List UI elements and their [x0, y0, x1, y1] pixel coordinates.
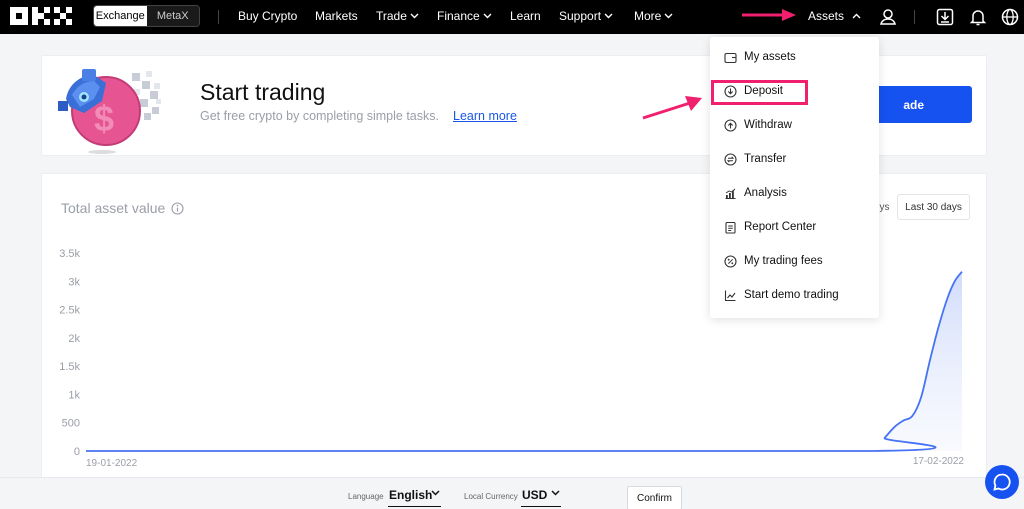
user-icon[interactable]: [878, 7, 898, 27]
menu-item-my-assets[interactable]: My assets: [710, 43, 879, 71]
bell-icon[interactable]: [968, 7, 988, 27]
menu-item-label: Start demo trading: [744, 289, 839, 301]
exchange-metax-toggle: Exchange MetaX: [93, 5, 200, 27]
banner-subtitle: Get free crypto by completing simple tas…: [200, 109, 439, 123]
language-label: Language: [348, 492, 384, 501]
y-tick-label: 1k: [68, 389, 80, 401]
menu-item-label: Withdraw: [744, 119, 792, 131]
metax-tab[interactable]: MetaX: [146, 6, 199, 26]
globe-icon[interactable]: [1000, 7, 1020, 27]
nav-label: Learn: [510, 9, 541, 23]
nav-label: Markets: [315, 9, 358, 23]
nav-divider: [218, 10, 219, 24]
download-icon[interactable]: [935, 7, 955, 27]
menu-item-label: My assets: [744, 51, 796, 63]
crypto-illustration: $: [58, 69, 161, 154]
y-tick-label: 3.5k: [59, 248, 80, 260]
nav-label: Support: [559, 9, 602, 23]
menu-item-report-center[interactable]: Report Center: [710, 213, 879, 241]
deposit-highlight-box: [711, 80, 808, 105]
menu-item-label: Analysis: [744, 187, 787, 199]
nav-buy-crypto[interactable]: Buy Crypto: [238, 9, 297, 23]
preferences-footer: Language English Local Currency USD Conf…: [0, 477, 1024, 509]
menu-item-label: Transfer: [744, 153, 787, 165]
x-tick-label-end: 17-02-2022: [913, 456, 965, 467]
nav-label: More: [634, 9, 662, 23]
nav-label: Buy Crypto: [238, 9, 298, 23]
x-tick-label-start: 19-01-2022: [86, 458, 138, 469]
exchange-tab[interactable]: Exchange: [94, 6, 147, 26]
chevron-down-icon: [410, 13, 419, 19]
nav-more[interactable]: More: [634, 9, 673, 23]
okx-logo-icon[interactable]: [10, 7, 72, 27]
language-underline: [388, 506, 441, 507]
report-icon: [725, 221, 736, 234]
top-navigation-bar: Exchange MetaX Buy Crypto Markets Trade …: [0, 0, 1024, 34]
chevron-down-icon: [483, 13, 492, 19]
nav-support[interactable]: Support: [559, 9, 613, 23]
menu-item-my-trading-fees[interactable]: My trading fees: [710, 247, 879, 275]
annotation-arrow: [742, 9, 796, 21]
wallet-icon: [724, 52, 737, 63]
chevron-up-icon: [852, 13, 861, 19]
confirm-button[interactable]: Confirm: [627, 486, 682, 509]
nav-label: Finance: [437, 9, 480, 23]
banner-title: Start trading: [200, 79, 326, 105]
y-tick-label: 500: [62, 418, 80, 430]
chevron-down-icon: [551, 490, 560, 496]
menu-item-start-demo-trading[interactable]: Start demo trading: [710, 281, 879, 309]
nav-finance[interactable]: Finance: [437, 9, 492, 23]
y-tick-label: 2k: [68, 333, 80, 345]
chevron-down-icon: [604, 13, 613, 19]
withdraw-icon: [724, 118, 737, 132]
nav-divider: [914, 10, 915, 24]
chat-support-button[interactable]: [985, 465, 1019, 499]
currency-select[interactable]: USD: [522, 488, 547, 502]
menu-item-analysis[interactable]: Analysis: [710, 179, 879, 207]
y-tick-label: 1.5k: [59, 361, 80, 373]
nav-label: Trade: [376, 9, 407, 23]
currency-underline: [521, 506, 561, 507]
menu-item-label: My trading fees: [744, 255, 823, 267]
language-select[interactable]: English: [389, 488, 432, 502]
fees-icon: [724, 254, 737, 268]
demo-chart-icon: [724, 290, 736, 301]
chevron-down-icon: [431, 490, 440, 496]
menu-item-transfer[interactable]: Transfer: [710, 145, 879, 173]
nav-assets[interactable]: Assets: [808, 9, 861, 23]
nav-learn[interactable]: Learn: [510, 9, 541, 23]
nav-markets[interactable]: Markets: [315, 9, 358, 23]
currency-label: Local Currency: [464, 492, 518, 501]
y-tick-label: 0: [74, 446, 80, 458]
menu-item-label: Report Center: [744, 221, 817, 233]
chevron-down-icon: [664, 13, 673, 19]
nav-trade[interactable]: Trade: [376, 9, 419, 23]
analysis-icon: [725, 188, 736, 199]
menu-item-withdraw[interactable]: Withdraw: [710, 111, 879, 139]
nav-label: Assets: [808, 9, 845, 23]
y-tick-label: 3k: [68, 276, 80, 288]
trade-button-label: ade: [903, 97, 924, 112]
annotation-arrow: [642, 96, 702, 120]
chat-bubble-icon: [993, 473, 1011, 491]
y-tick-label: 2.5k: [59, 305, 80, 317]
transfer-icon: [724, 152, 737, 166]
learn-more-link[interactable]: Learn more: [453, 109, 517, 123]
